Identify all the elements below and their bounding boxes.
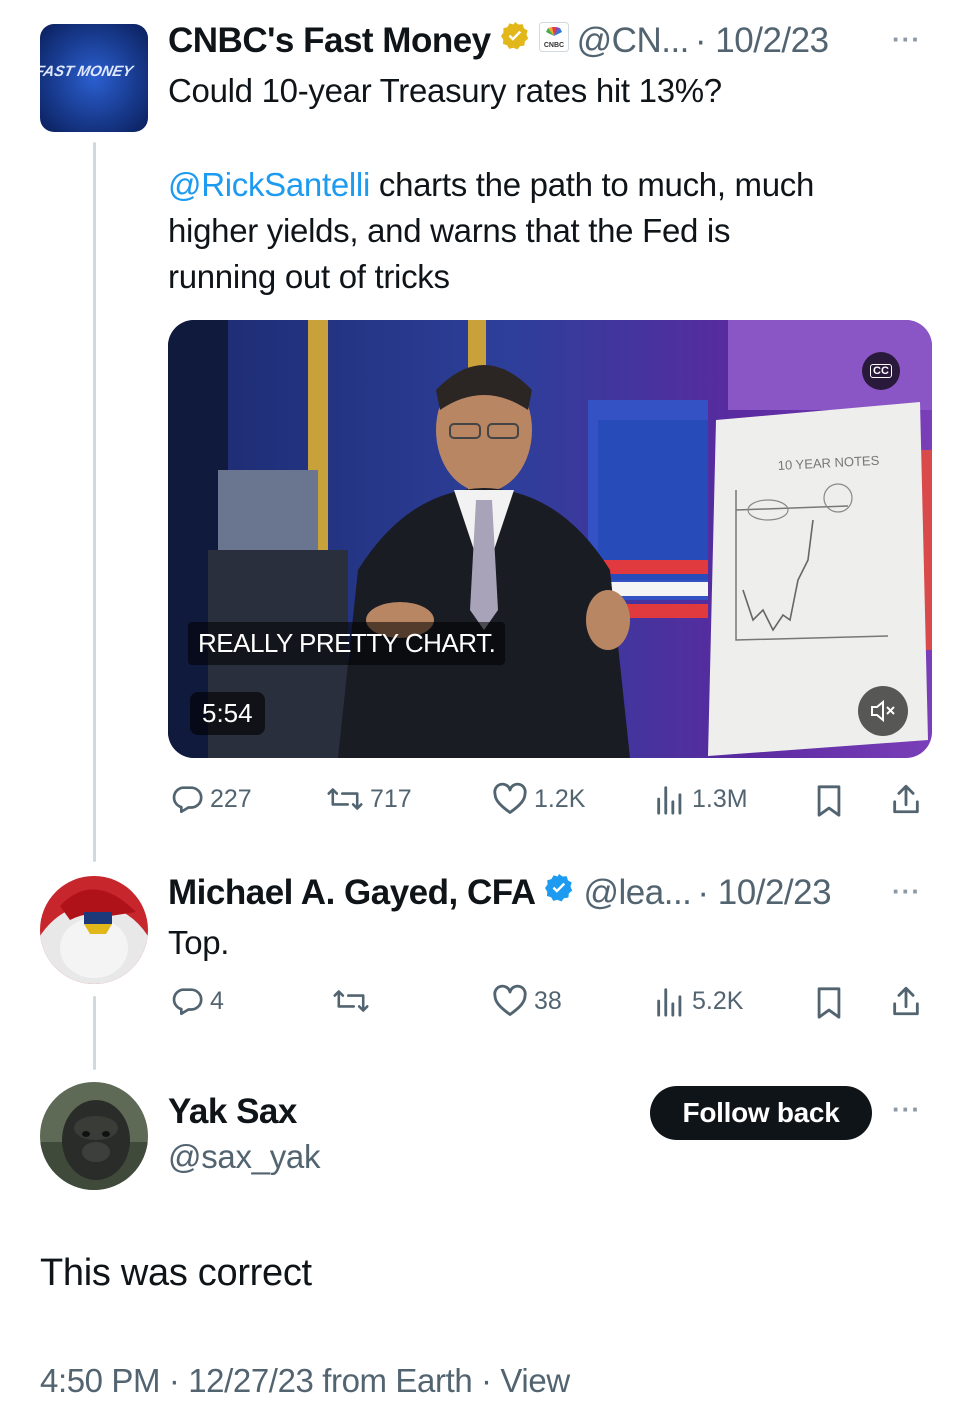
author-handle[interactable]: @lea...	[583, 873, 691, 913]
views-icon	[657, 988, 682, 1017]
views-button[interactable]: 1.3M	[654, 782, 748, 816]
like-button[interactable]: 1.2K	[492, 782, 585, 816]
avatar-yak-sax[interactable]	[40, 1082, 148, 1190]
tweet1-header: CNBC's Fast Money CNBC @CN... · 10/2/23	[168, 20, 829, 61]
reply-button[interactable]: 4	[170, 984, 224, 1018]
follow-back-button[interactable]: Follow back	[650, 1086, 872, 1140]
bookmark-icon	[817, 987, 841, 1019]
video-duration: 5:54	[190, 692, 265, 735]
verified-blue-icon	[543, 872, 575, 913]
more-options-icon[interactable]: ···	[892, 876, 921, 907]
tweet1-text-line1: Could 10-year Treasury rates hit 13%?	[168, 72, 722, 109]
video-caption: REALLY PRETTY CHART.	[188, 622, 506, 665]
author-handle[interactable]: @CN...	[577, 21, 690, 61]
cnbc-affiliate-icon: CNBC	[538, 21, 569, 61]
thread-line-2	[93, 996, 96, 1070]
like-button[interactable]: 38	[492, 984, 562, 1018]
views-button[interactable]: 5.2K	[654, 984, 743, 1018]
closed-captions-button[interactable]: CC	[862, 352, 900, 390]
repost-button[interactable]	[332, 986, 376, 1016]
tweet-date[interactable]: · 10/2/23	[697, 873, 831, 913]
tweet1-text-line4: running out of tricks	[168, 258, 450, 295]
heart-icon	[493, 984, 527, 1016]
repost-icon	[333, 990, 369, 1012]
heart-icon	[493, 782, 527, 814]
bookmark-button[interactable]	[814, 986, 844, 1020]
avatar-fast-money[interactable]: FAST MONEY	[40, 24, 148, 132]
share-button[interactable]	[890, 782, 922, 816]
video-player[interactable]: 10 YEAR NOTES	[168, 320, 932, 758]
reply-button[interactable]: 227	[170, 782, 252, 816]
mention-link[interactable]: @RickSantelli	[168, 166, 370, 203]
bookmark-button[interactable]	[814, 784, 844, 818]
more-options-icon[interactable]: ···	[892, 1094, 921, 1125]
tweet2-text: Top.	[168, 924, 230, 961]
share-icon	[893, 986, 919, 1016]
tweet2-header: Michael A. Gayed, CFA @lea... · 10/2/23	[168, 872, 832, 913]
repost-button[interactable]: 717	[326, 784, 412, 814]
reply-text: This was correct	[40, 1252, 312, 1294]
thread-line-1	[93, 142, 96, 862]
author-name[interactable]: Yak Sax	[168, 1092, 297, 1132]
mute-icon[interactable]	[858, 686, 908, 736]
author-handle[interactable]: @sax_yak	[168, 1138, 320, 1176]
reply-icon	[172, 988, 203, 1016]
reply-icon	[172, 786, 203, 814]
avatar-logo-text: FAST MONEY	[40, 63, 136, 80]
bookmark-icon	[817, 785, 841, 817]
svg-text:CNBC: CNBC	[544, 42, 564, 49]
more-options-icon[interactable]: ···	[892, 24, 921, 55]
tweet1-text-line3: higher yields, and warns that the Fed is	[168, 212, 731, 249]
views-icon	[657, 786, 682, 815]
share-icon	[893, 784, 919, 814]
share-button[interactable]	[890, 984, 922, 1018]
tweet1-text-line2: @RickSantelli charts the path to much, m…	[168, 166, 815, 203]
avatar-michael-gayed[interactable]	[40, 876, 148, 984]
verified-gold-icon	[499, 20, 531, 61]
author-name[interactable]: CNBC's Fast Money	[168, 21, 491, 61]
repost-icon	[327, 788, 363, 810]
tweet-date[interactable]: · 10/2/23	[695, 21, 829, 61]
tweet-footer-timestamp: 4:50 PM · 12/27/23 from Earth · View	[40, 1362, 570, 1399]
author-name[interactable]: Michael A. Gayed, CFA	[168, 873, 536, 913]
